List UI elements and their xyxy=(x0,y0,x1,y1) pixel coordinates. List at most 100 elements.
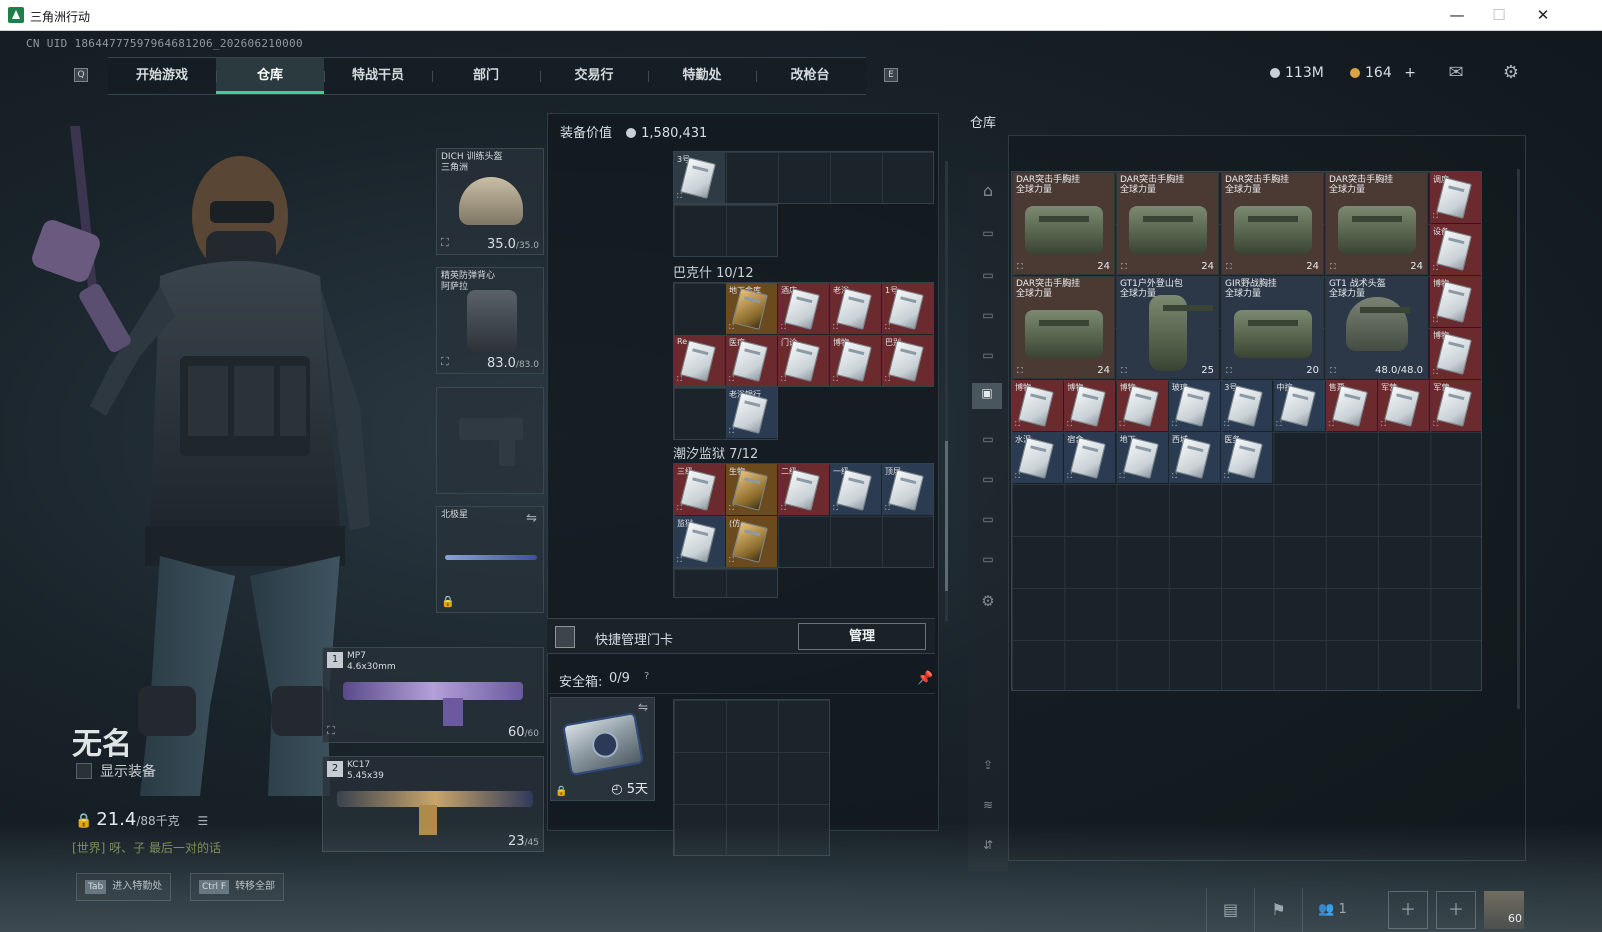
keycard-item[interactable]: 3号 ⛶ xyxy=(1221,380,1273,431)
add-currency-button[interactable]: + xyxy=(1404,65,1416,81)
keycard-item[interactable]: 水泥 ⛶ xyxy=(1012,432,1063,483)
warehouse-item-rig[interactable]: GIR野战胸挂 全球力量 ⛶ 20 xyxy=(1221,276,1324,379)
armor-slot[interactable]: 精英防弹背心 阿萨拉 ⛶ 83.0/83.0 xyxy=(436,267,544,374)
tab-gti-3-icon[interactable]: ▭ xyxy=(976,345,1000,365)
keycard-item[interactable]: 博物 ⛶ xyxy=(830,335,881,386)
swap-icon[interactable]: ⇋ xyxy=(526,511,537,526)
keycard-item[interactable]: 医务 ⛶ xyxy=(1221,432,1273,483)
warehouse-item-helm[interactable]: GT1 战术头盔 全球力量 ⛶ 48.0/48.0 xyxy=(1325,276,1428,379)
keycard-item[interactable]: 博物 ⛶ xyxy=(1430,328,1481,379)
gold-currency[interactable]: 164 + xyxy=(1350,65,1416,81)
keycard-item[interactable]: 售票 ⛶ xyxy=(1325,380,1377,431)
keycard-item[interactable]: 3号 ⛶ xyxy=(674,152,725,203)
tab-operators[interactable]: 特战干员 xyxy=(324,58,432,94)
nav-prev-key[interactable]: Q xyxy=(74,68,88,82)
keycard-item[interactable]: 老浴银行⛶ xyxy=(726,387,777,438)
tab-iv-2-icon[interactable]: ▭ xyxy=(976,509,1000,529)
keycard-item[interactable]: 地下 ⛶ xyxy=(1116,432,1168,483)
keycard-item[interactable]: 调度 ⛶ xyxy=(1430,172,1481,223)
keycard-item[interactable]: 玻璃 ⛶ xyxy=(1168,380,1220,431)
tab-gunsmith[interactable]: 改枪台 xyxy=(756,58,864,94)
warehouse-item-rig[interactable]: DAR突击手胸挂 全球力量 ⛶ 24 xyxy=(1221,172,1324,275)
scrollbar[interactable] xyxy=(945,161,948,621)
primary-weapon-slot-1[interactable]: 1 MP7 4.6x30mm ⛶ 60/60 xyxy=(322,647,544,743)
tab-special-ops[interactable]: 特勤处 xyxy=(648,58,756,94)
gear-icon[interactable]: ⚙ xyxy=(976,591,1000,611)
keycard-item[interactable]: 酒店 ⛶ xyxy=(778,283,829,334)
tab-iv-3-icon[interactable]: ▭ xyxy=(976,549,1000,569)
keycard-item[interactable]: 中控 ⛶ xyxy=(1273,380,1325,431)
avatar[interactable]: 60 xyxy=(1484,891,1524,929)
safe-box-item[interactable]: ⇋ 🔒 ◴ 5天 xyxy=(550,697,655,801)
keycard-item[interactable]: 军营 ⛶ xyxy=(1378,380,1430,431)
stats-icon[interactable]: ▤ xyxy=(1206,888,1254,932)
tab-warehouse[interactable]: 仓库 xyxy=(216,58,324,94)
checkbox-icon[interactable] xyxy=(76,763,92,779)
pistol-slot-empty[interactable] xyxy=(436,387,544,494)
keycard-item[interactable]: Re ⛶ xyxy=(674,335,725,386)
gear-icon[interactable]: ⚙ xyxy=(1500,63,1522,83)
keycard-item[interactable]: 宿舍 ⛶ xyxy=(1064,432,1116,483)
melee-slot[interactable]: 北极星 ⇋ 🔒 xyxy=(436,506,544,613)
keycard-item[interactable]: 门诊 ⛶ xyxy=(778,335,829,386)
keycard-item[interactable]: 博物 ⛶ xyxy=(1012,380,1063,431)
keycard-item[interactable]: 三级 ⛶ xyxy=(674,464,725,515)
tab-v-2-icon[interactable]: ▭ xyxy=(976,469,1000,489)
sort-icon[interactable]: ⇵ xyxy=(976,835,1000,855)
manage-button[interactable]: 管理 xyxy=(798,623,926,650)
tab-gti-2-icon[interactable]: ▭ xyxy=(976,305,1000,325)
keycard-item[interactable]: 军营 ⛶ xyxy=(1430,380,1482,431)
maximize-button[interactable]: ☐ xyxy=(1484,4,1514,26)
invite-slot-2-button[interactable]: ＋ xyxy=(1436,891,1476,929)
primary-weapon-slot-2[interactable]: 2 KC17 5.45x39 23/45 xyxy=(322,756,544,852)
tab-iv-1-icon[interactable]: ▭ xyxy=(976,265,1000,285)
safe-box-grid[interactable] xyxy=(673,699,830,856)
tab-start-game[interactable]: 开始游戏 xyxy=(108,58,216,94)
keycard-item[interactable]: 博物 ⛶ xyxy=(1116,380,1168,431)
show-equipment-toggle[interactable]: 显示装备 xyxy=(76,761,156,781)
tab-gti-1-icon[interactable]: ▭ xyxy=(976,223,1000,243)
world-chat-line[interactable]: [世界] 呀、子 最后一对的话 xyxy=(72,839,221,856)
close-button[interactable]: ✕ xyxy=(1528,4,1558,26)
friends-button[interactable]: 👥 1 xyxy=(1302,888,1362,932)
keycard-item[interactable]: 设备 ⛶ xyxy=(1430,224,1481,275)
upload-icon[interactable]: ⇪ xyxy=(976,755,1000,775)
mail-icon[interactable]: ✉ xyxy=(1445,63,1467,83)
minimize-button[interactable]: — xyxy=(1442,4,1472,26)
warehouse-item-rig[interactable]: DAR突击手胸挂 全球力量 ⛶ 24 xyxy=(1116,172,1219,275)
keycard-item[interactable]: 巴别 ⛶ xyxy=(882,335,933,386)
keycard-item[interactable]: 医疗 ⛶ xyxy=(726,335,777,386)
hint-transfer-all[interactable]: Ctrl F 转移全部 xyxy=(190,873,285,901)
flag-icon[interactable]: ⚑ xyxy=(1254,888,1302,932)
warehouse-item-rig[interactable]: DAR突击手胸挂 全球力量 ⛶ 24 xyxy=(1325,172,1428,275)
nav-next-key[interactable]: E xyxy=(884,68,898,82)
tab-gti-active-icon[interactable]: ▣ xyxy=(972,383,1002,409)
warehouse-all-icon[interactable]: ⌂ xyxy=(976,181,1000,201)
keycard-item[interactable]: 地下金库⛶ xyxy=(726,283,777,334)
keycard-item[interactable]: 西城 ⛶ xyxy=(1168,432,1220,483)
invite-slot-1-button[interactable]: ＋ xyxy=(1388,891,1428,929)
keycard-item[interactable]: 博物 ⛶ xyxy=(1430,276,1481,327)
keycard-item[interactable]: 二级 ⛶ xyxy=(778,464,829,515)
tab-v-1-icon[interactable]: ▭ xyxy=(976,429,1000,449)
keycard-item[interactable]: 一级 ⛶ xyxy=(830,464,881,515)
warehouse-scrollbar[interactable] xyxy=(1517,169,1520,709)
list-icon[interactable]: ☰ xyxy=(198,814,209,828)
warehouse-item-rig[interactable]: DAR突击手胸挂 全球力量 ⛶ 24 xyxy=(1012,172,1115,275)
helmet-slot[interactable]: DICH 训练头盔 三角洲 ⛶ 35.0/35.0 xyxy=(436,148,544,255)
help-icon[interactable]: ? xyxy=(644,671,649,682)
silver-currency[interactable]: 113M xyxy=(1270,65,1324,81)
keycard-item[interactable]: 监狱 ⛶ xyxy=(674,516,725,567)
layers-icon[interactable]: ≋ xyxy=(976,795,1000,815)
swap-icon[interactable]: ⇋ xyxy=(638,700,648,714)
warehouse-item-rig[interactable]: DAR突击手胸挂 全球力量 ⛶ 24 xyxy=(1012,276,1115,379)
hint-enter-special-ops[interactable]: Tab 进入特勤处 xyxy=(76,873,172,901)
keycard-item[interactable]: 老浴 ⛶ xyxy=(830,283,881,334)
tab-market[interactable]: 交易行 xyxy=(540,58,648,94)
keycard-item[interactable]: 顶层 ⛶ xyxy=(882,464,933,515)
keycard-item[interactable]: 博物 ⛶ xyxy=(1064,380,1116,431)
keycard-item[interactable]: 生物 ⛶ xyxy=(726,464,777,515)
keycard-item[interactable]: 1号 ⛶ xyxy=(882,283,933,334)
keycard-item[interactable]: (仿 ⛶ xyxy=(726,516,777,567)
tab-department[interactable]: 部门 xyxy=(432,58,540,94)
